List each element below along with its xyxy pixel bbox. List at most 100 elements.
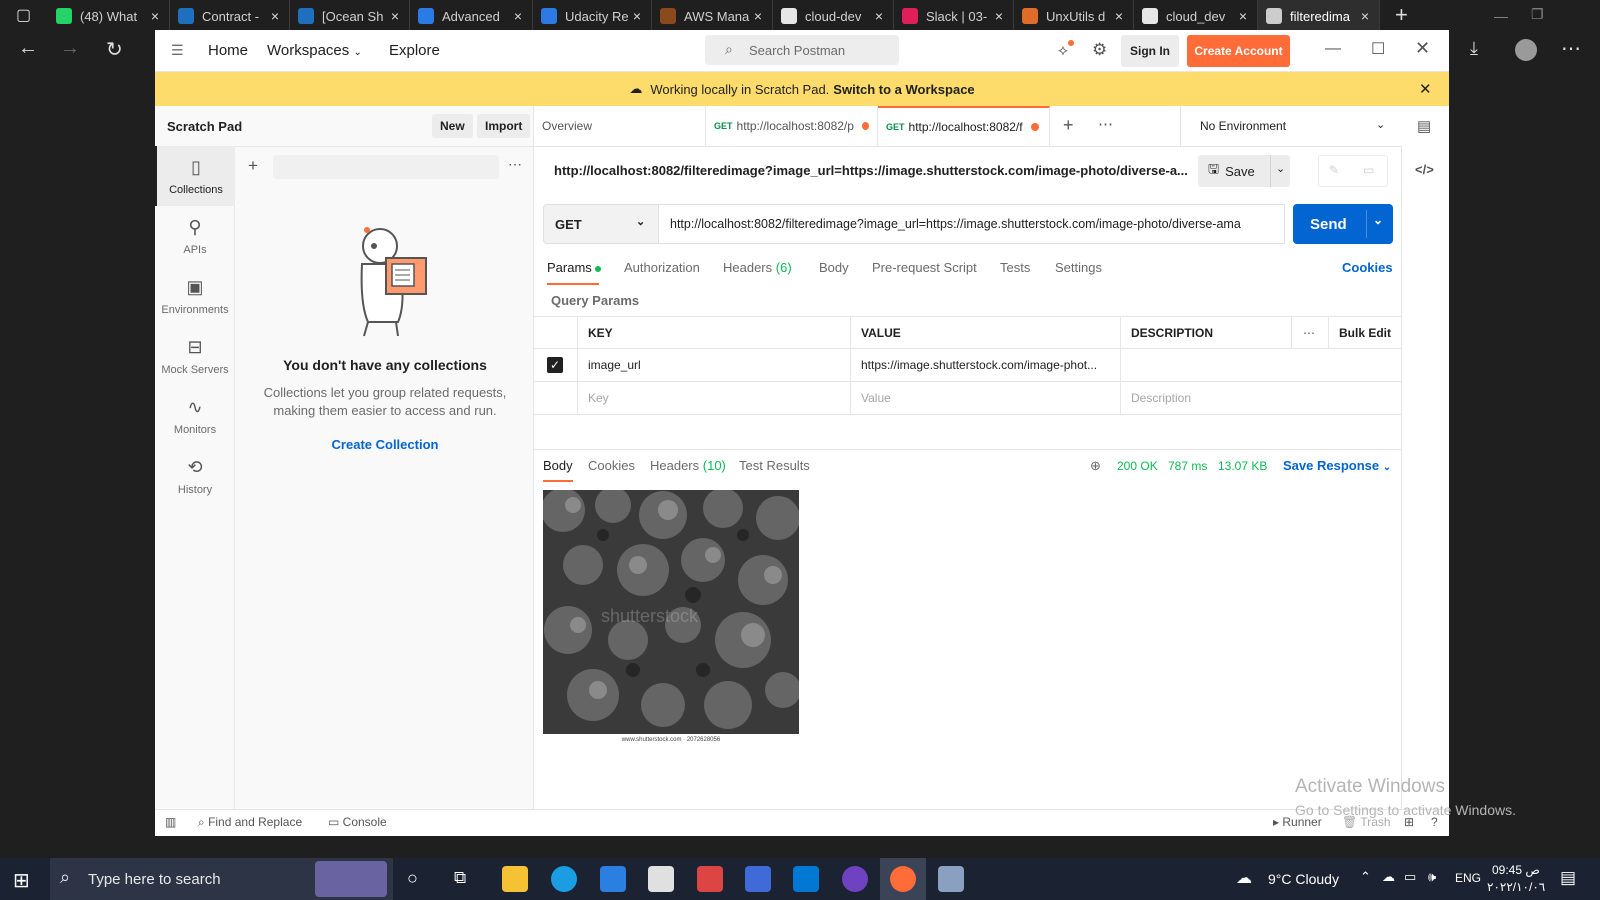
browser-menu-icon[interactable]: ⋯ [1561, 36, 1581, 61]
tab-options-icon[interactable]: ⋯ [1098, 115, 1113, 133]
param-key[interactable]: image_url [578, 349, 851, 382]
response-tab-body[interactable]: Body [543, 458, 573, 473]
sidebar-item-collections[interactable]: ▯ Collections [155, 146, 235, 206]
toggle-sidebar-icon[interactable]: ▥ [165, 815, 176, 829]
sign-in-button[interactable]: Sign In [1121, 35, 1179, 67]
restore-window-icon[interactable]: ❐ [1531, 6, 1544, 23]
mail-icon[interactable] [697, 866, 723, 892]
chevron-up-icon[interactable]: ⌃ [1360, 869, 1371, 885]
close-tab-icon[interactable]: × [750, 8, 766, 24]
onedrive-icon[interactable]: ☁ [1382, 869, 1395, 885]
import-button[interactable]: Import [477, 114, 531, 138]
response-status[interactable]: 200 OK [1117, 459, 1158, 473]
sidebar-item-mock-servers[interactable]: ⊟ Mock Servers [155, 326, 235, 386]
tab-params[interactable]: Params [547, 260, 602, 275]
sidebar-item-history[interactable]: ⟲ History [155, 446, 235, 506]
windows-start-icon[interactable]: ⊞ [13, 868, 30, 893]
chevron-down-icon[interactable]: ⌄ [1373, 213, 1383, 227]
nav-explore[interactable]: Explore [389, 42, 440, 59]
task-view-icon[interactable]: ⧉ [454, 868, 466, 888]
forward-icon[interactable]: → [60, 37, 80, 60]
todo-icon[interactable] [600, 866, 626, 892]
tab-overview[interactable]: Overview [534, 106, 706, 146]
new-request-tab-icon[interactable]: + [1063, 115, 1074, 136]
more-options-icon[interactable]: ⋯ [508, 156, 522, 173]
browser-tab[interactable]: UnxUtils d × [1014, 0, 1134, 32]
code-snippet-icon[interactable]: </> [1415, 162, 1434, 177]
save-response-button[interactable]: Save Response ⌄ [1283, 458, 1391, 473]
tab-request-1[interactable]: GET http://localhost:8082/p [706, 106, 878, 146]
browser-tab[interactable]: AWS Mana × [652, 0, 773, 32]
close-tab-icon[interactable]: × [629, 8, 645, 24]
browser-tab[interactable]: filteredima × [1258, 0, 1380, 32]
browser-tab[interactable]: Slack | 03- × [894, 0, 1014, 32]
find-replace-button[interactable]: ⌕ Find and Replace [198, 815, 302, 830]
taskbar-search-box[interactable]: ⌕ Type here to search [50, 858, 393, 900]
sidebar-item-monitors[interactable]: ∿ Monitors [155, 386, 235, 446]
browser-tab[interactable]: cloud-dev × [773, 0, 894, 32]
tab-body[interactable]: Body [819, 260, 849, 275]
browser-tab[interactable]: (48) What × [48, 0, 170, 32]
cortana-icon[interactable]: ○ [407, 868, 418, 889]
close-tab-icon[interactable]: × [510, 8, 526, 24]
param-enabled-checkbox[interactable]: ✓ [547, 357, 563, 373]
browser-tab[interactable]: Contract - × [170, 0, 290, 32]
tab-authorization[interactable]: Authorization [624, 260, 700, 275]
table-options-icon[interactable]: ⋯ [1292, 317, 1329, 349]
reload-icon[interactable]: ↻ [106, 37, 123, 62]
close-tab-icon[interactable]: × [267, 8, 283, 24]
console-button[interactable]: ▭ Console [328, 815, 387, 829]
close-tab-icon[interactable]: × [147, 8, 163, 24]
close-banner-icon[interactable]: ✕ [1419, 80, 1432, 98]
param-value[interactable]: https://image.shutterstock.com/image-pho… [851, 349, 1121, 382]
profile-avatar[interactable] [1515, 39, 1537, 61]
settings-gear-icon[interactable]: ⚙ [1092, 40, 1107, 60]
collection-search-input[interactable] [273, 155, 499, 179]
new-param-value-input[interactable]: Value [851, 382, 1121, 415]
close-tab-icon[interactable]: × [991, 8, 1007, 24]
tab-pre-request-script[interactable]: Pre-request Script [872, 260, 977, 275]
response-time[interactable]: 787 ms [1168, 459, 1207, 473]
response-tab-headers[interactable]: Headers (10) [650, 458, 726, 473]
new-tab-icon[interactable]: + [1395, 2, 1408, 28]
new-param-description-input[interactable]: Description [1121, 382, 1401, 415]
tab-actions-icon[interactable]: ▢ [16, 5, 31, 25]
response-size[interactable]: 13.07 KB [1218, 459, 1267, 473]
send-button[interactable]: Send ⌄ [1293, 204, 1393, 244]
close-tab-icon[interactable]: × [1235, 8, 1251, 24]
clock-date[interactable]: ٢٠٢٢/١٠/٠٦ [1487, 880, 1545, 894]
edge-icon[interactable] [551, 866, 577, 892]
create-collection-link[interactable]: Create Collection [236, 437, 534, 452]
new-param-key-input[interactable]: Key [578, 382, 851, 415]
tab-tests[interactable]: Tests [1000, 260, 1030, 275]
close-app-icon[interactable]: ✕ [1415, 38, 1430, 59]
postman-icon[interactable] [890, 866, 916, 892]
notifications-icon[interactable]: ▤ [1560, 868, 1576, 888]
environment-quick-look-icon[interactable]: ▤ [1417, 117, 1431, 135]
close-tab-icon[interactable]: × [871, 8, 887, 24]
minimize-app-icon[interactable]: — [1325, 40, 1341, 58]
volume-icon[interactable]: 🕪 [1428, 869, 1436, 885]
chevron-down-icon[interactable]: ⌄ [1276, 162, 1285, 175]
comments-icon[interactable]: ▭ [1363, 163, 1374, 177]
cookies-link[interactable]: Cookies [1342, 260, 1393, 275]
request-title[interactable]: http://localhost:8082/filteredimage?imag… [554, 163, 1188, 178]
remote-desktop-icon[interactable] [745, 866, 771, 892]
sidebar-item-apis[interactable]: ⚲ APIs [155, 206, 235, 266]
back-icon[interactable]: ← [18, 37, 38, 60]
sidebar-item-environments[interactable]: ▣ Environments [155, 266, 235, 326]
weather-text[interactable]: 9°C Cloudy [1268, 871, 1339, 887]
clock-time[interactable]: 09:45 ص [1492, 863, 1540, 877]
create-account-button[interactable]: Create Account [1187, 35, 1290, 67]
nav-home[interactable]: Home [208, 42, 248, 59]
url-input[interactable]: http://localhost:8082/filteredimage?imag… [659, 204, 1285, 244]
maximize-app-icon[interactable]: ☐ [1371, 39, 1385, 59]
network-icon[interactable]: ▭ [1404, 869, 1416, 885]
tab-headers[interactable]: Headers (6) [723, 260, 792, 275]
environment-selector[interactable]: No Environment ⌄ [1180, 106, 1393, 146]
edit-icon[interactable]: ✎ [1329, 163, 1339, 177]
downloads-icon[interactable]: ⤓ [1470, 38, 1478, 59]
browser-tab[interactable]: [Ocean Sh × [290, 0, 410, 32]
browser-tab[interactable]: cloud_dev × [1134, 0, 1258, 32]
close-tab-icon[interactable]: × [387, 8, 403, 24]
